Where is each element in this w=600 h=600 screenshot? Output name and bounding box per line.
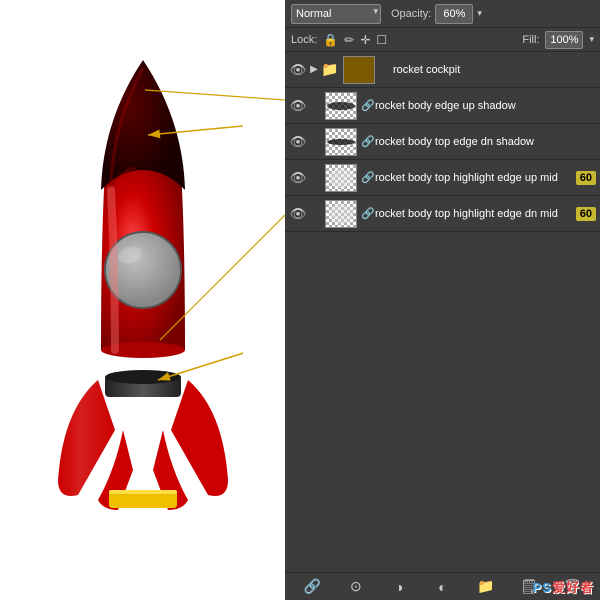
eye-toggle-edge-dn[interactable]: 👁 <box>289 134 307 150</box>
layer-style-button[interactable]: ⊙ <box>345 578 367 595</box>
fill-label: Fill: <box>522 34 539 46</box>
layers-panel: Normal Opacity: ▾ Lock: 🔒 ✏ ✛ ☐ Fill: ▾ … <box>285 0 600 600</box>
watermark-text: 爱好者 <box>552 580 594 595</box>
layer-link-edge-up[interactable]: 🔗 <box>361 99 375 112</box>
thumb-content-highlight-dn <box>329 204 353 224</box>
layer-row-edge-up[interactable]: 👁 🔗 rocket body edge up shadow <box>285 88 600 124</box>
lock-icon[interactable]: 🔒 <box>323 33 338 47</box>
fill-lock-icon[interactable]: ☐ <box>376 33 387 47</box>
blend-opacity-bar: Normal Opacity: ▾ <box>285 0 600 28</box>
mask-button[interactable]: ◑ <box>388 579 410 595</box>
layer-thumb-edge-dn <box>325 128 357 156</box>
fill-input[interactable] <box>545 31 583 49</box>
layer-row-highlight-dn[interactable]: 👁 🔗 rocket body top highlight edge dn mi… <box>285 196 600 232</box>
new-group-button[interactable]: 📁 <box>475 578 497 595</box>
layer-name-highlight-up: rocket body top highlight edge up mid <box>375 172 572 184</box>
watermark: PS爱好者 <box>533 577 594 596</box>
adjustment-button[interactable]: ◐ <box>431 579 453 595</box>
layer-thumb-edge-up <box>325 92 357 120</box>
move-icon[interactable]: ✛ <box>360 33 370 47</box>
layer-row-highlight-up[interactable]: 👁 🔗 rocket body top highlight edge up mi… <box>285 160 600 196</box>
layer-thumb-highlight-up <box>325 164 357 192</box>
layer-name-cockpit: rocket cockpit <box>393 64 596 76</box>
expand-arrow-cockpit[interactable]: ▶ <box>307 64 321 75</box>
blend-mode-select[interactable]: Normal <box>291 4 381 24</box>
blend-mode-wrapper: Normal <box>291 4 381 24</box>
opacity-arrow-icon[interactable]: ▾ <box>477 8 482 19</box>
eye-toggle-highlight-dn[interactable]: 👁 <box>289 206 307 222</box>
layer-link-edge-dn[interactable]: 🔗 <box>361 135 375 148</box>
layer-thumb-highlight-dn <box>325 200 357 228</box>
canvas-area <box>0 0 285 600</box>
opacity-label: Opacity: <box>391 8 431 20</box>
layer-link-highlight-dn[interactable]: 🔗 <box>361 207 375 220</box>
folder-icon-cockpit: 📁 <box>321 61 339 78</box>
brush-icon[interactable]: ✏ <box>344 33 354 47</box>
eye-toggle-highlight-up[interactable]: 👁 <box>289 170 307 186</box>
layer-badge-highlight-dn: 60 <box>576 207 596 221</box>
lock-fill-bar: Lock: 🔒 ✏ ✛ ☐ Fill: ▾ <box>285 28 600 52</box>
eye-toggle-edge-up[interactable]: 👁 <box>289 98 307 114</box>
layer-badge-highlight-up: 60 <box>576 171 596 185</box>
fill-arrow-icon[interactable]: ▾ <box>589 34 594 45</box>
thumb-content-edge-dn <box>327 139 355 145</box>
opacity-input[interactable] <box>435 4 473 24</box>
watermark-ps: PS <box>533 580 552 595</box>
layer-thumb-cockpit <box>343 56 375 84</box>
thumb-content-highlight-up <box>329 168 353 188</box>
layer-link-highlight-up[interactable]: 🔗 <box>361 171 375 184</box>
layer-row-edge-dn[interactable]: 👁 🔗 rocket body top edge dn shadow <box>285 124 600 160</box>
lock-label: Lock: <box>291 34 317 46</box>
thumb-content-edge-up <box>327 102 355 110</box>
layer-name-highlight-dn: rocket body top highlight edge dn mid <box>375 208 572 220</box>
layer-name-edge-dn: rocket body top edge dn shadow <box>375 136 596 148</box>
link-layers-button[interactable]: 🔗 <box>302 578 324 595</box>
layers-list: 👁 ▶ 📁 rocket cockpit 👁 🔗 rocket body edg… <box>285 52 600 572</box>
layer-row-cockpit[interactable]: 👁 ▶ 📁 rocket cockpit <box>285 52 600 88</box>
layer-name-edge-up: rocket body edge up shadow <box>375 100 596 112</box>
eye-toggle-cockpit[interactable]: 👁 <box>289 62 307 78</box>
rocket-illustration <box>43 40 243 560</box>
